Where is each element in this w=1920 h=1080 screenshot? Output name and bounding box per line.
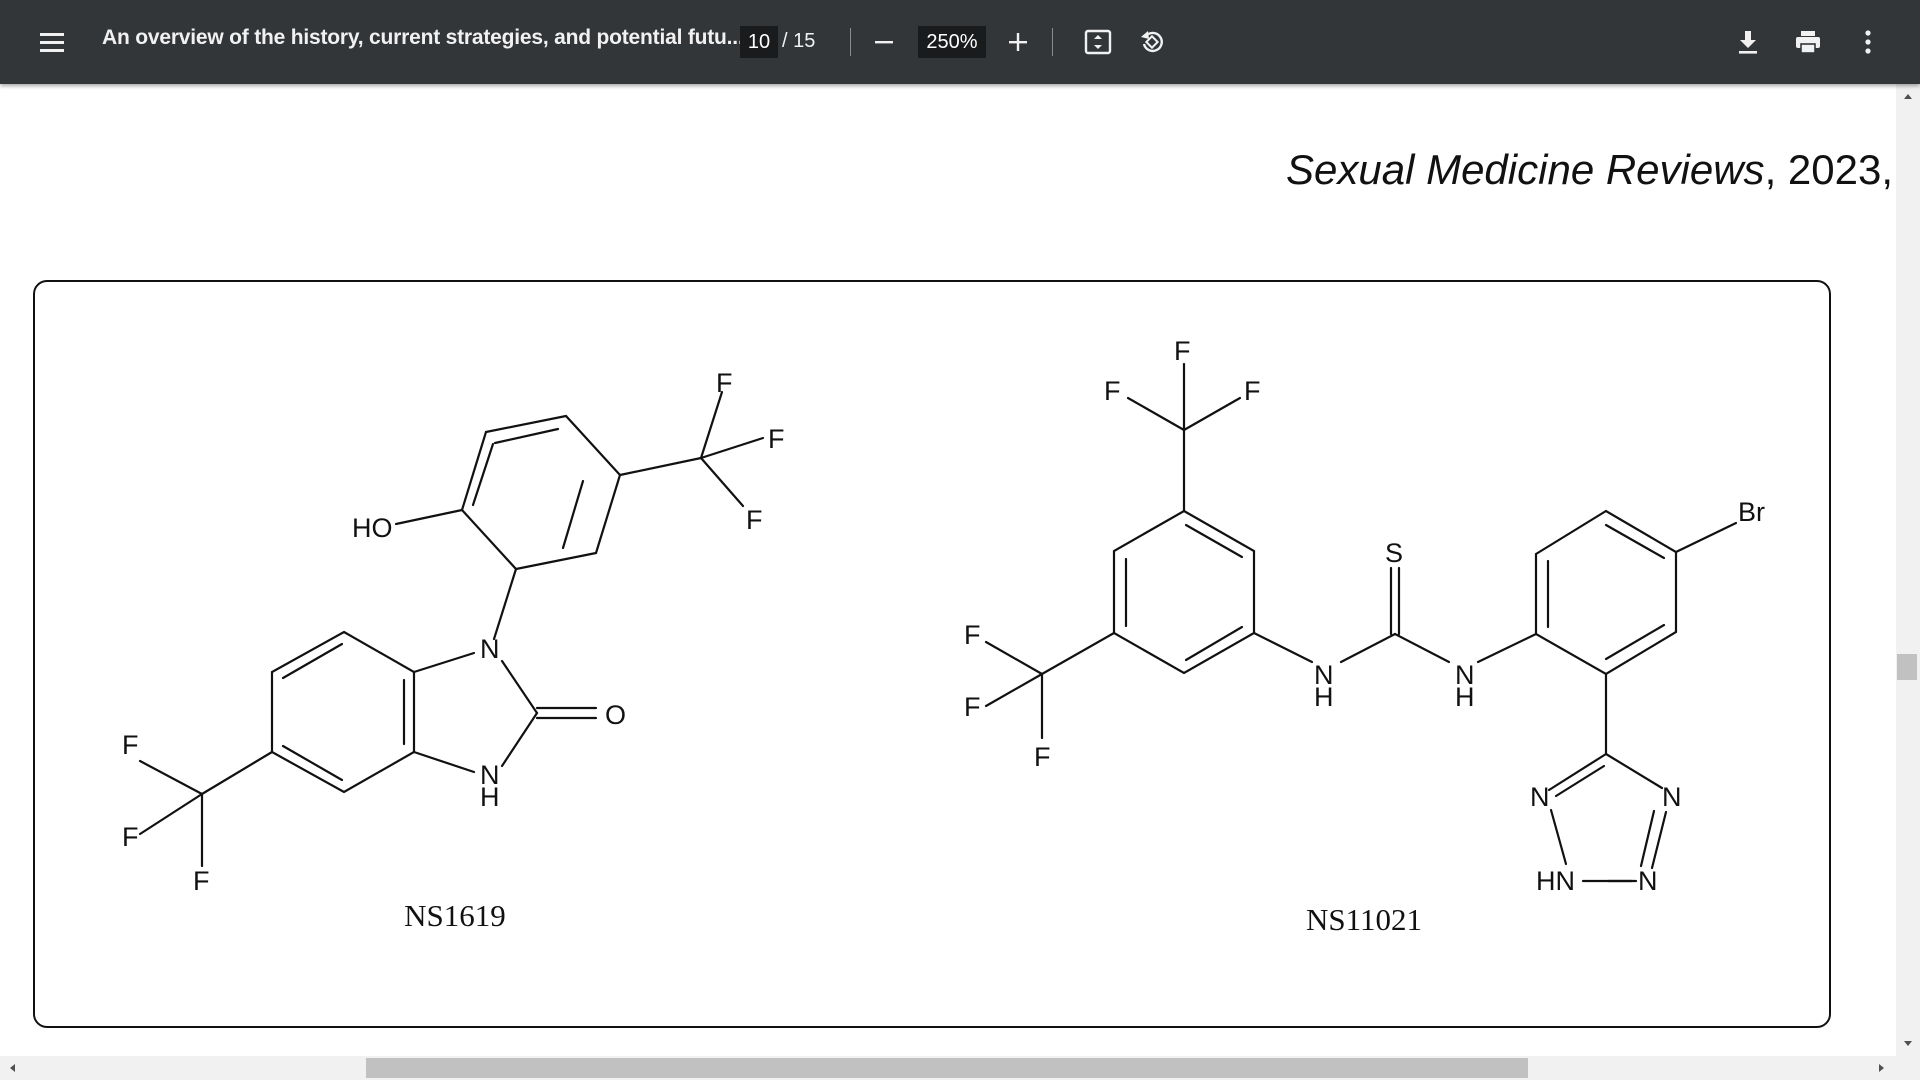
atom-label: F bbox=[746, 505, 763, 535]
zoom-level-input[interactable]: 250% bbox=[918, 26, 986, 58]
atom-label: N bbox=[1662, 782, 1682, 812]
atom-label: F bbox=[122, 730, 139, 760]
zoom-out-button[interactable] bbox=[868, 26, 900, 58]
document-viewer[interactable]: Sexual Medicine Reviews, 2023, HO F F F … bbox=[0, 84, 1896, 1056]
download-button[interactable] bbox=[1730, 24, 1766, 60]
ns1619-phenol-ring bbox=[460, 414, 622, 571]
plus-icon bbox=[1009, 33, 1027, 51]
pdf-toolbar: An overview of the history, current stra… bbox=[0, 0, 1920, 84]
atom-label: Br bbox=[1738, 497, 1765, 527]
download-icon bbox=[1739, 31, 1757, 54]
atom-label: O bbox=[605, 700, 626, 730]
ns1619-cf3-bond bbox=[618, 456, 703, 477]
atom-label: F bbox=[122, 822, 139, 852]
toolbar-divider bbox=[1052, 28, 1053, 56]
more-options-button[interactable] bbox=[1850, 24, 1886, 60]
atom-label: H bbox=[1314, 682, 1334, 712]
atom-label: N bbox=[1638, 866, 1658, 896]
atom-label: F bbox=[1034, 742, 1051, 772]
ns11021-tetrazole-ring bbox=[1547, 752, 1668, 883]
compound-name-ns1619: NS1619 bbox=[404, 898, 506, 933]
fit-page-icon bbox=[1084, 29, 1112, 55]
zoom-in-button[interactable] bbox=[1002, 26, 1034, 58]
scroll-down-icon[interactable] bbox=[1896, 1034, 1920, 1054]
atom-label: H bbox=[480, 782, 500, 812]
print-button[interactable] bbox=[1790, 24, 1826, 60]
ns1619-oh-bond bbox=[394, 508, 464, 526]
atom-label: F bbox=[768, 424, 785, 454]
ns11021-aryl-ring-2 bbox=[1534, 509, 1678, 676]
toolbar-divider bbox=[850, 28, 851, 56]
hamburger-menu-icon[interactable] bbox=[34, 24, 70, 60]
vertical-scroll-thumb[interactable] bbox=[1897, 654, 1917, 680]
atom-label: HN bbox=[1536, 866, 1575, 896]
atom-label: F bbox=[716, 368, 733, 398]
atom-label: F bbox=[1104, 376, 1121, 406]
print-icon bbox=[1796, 31, 1820, 54]
page-number-input[interactable]: 10 bbox=[740, 26, 778, 58]
atom-label: HO bbox=[352, 513, 393, 543]
ns11021-aryl-ring-1 bbox=[1112, 509, 1256, 675]
atom-label: F bbox=[964, 620, 981, 650]
fit-page-button[interactable] bbox=[1080, 24, 1116, 60]
atom-label: H bbox=[1455, 682, 1475, 712]
ns1619-benzo-ring bbox=[270, 630, 416, 794]
rotate-button[interactable] bbox=[1134, 24, 1170, 60]
atom-label: F bbox=[1244, 376, 1261, 406]
atom-label: S bbox=[1385, 538, 1403, 568]
scroll-up-icon[interactable] bbox=[1896, 86, 1920, 106]
compound-name-ns11021: NS11021 bbox=[1306, 902, 1422, 937]
scroll-left-icon[interactable] bbox=[2, 1056, 22, 1080]
page-total: / 15 bbox=[782, 30, 816, 52]
atom-label: N bbox=[1530, 782, 1550, 812]
minus-icon bbox=[875, 41, 893, 44]
horizontal-scroll-thumb[interactable] bbox=[366, 1058, 1528, 1078]
ns1619-n-aryl-bond bbox=[492, 567, 518, 641]
scroll-right-icon[interactable] bbox=[1872, 1056, 1892, 1080]
atom-label: N bbox=[480, 634, 500, 664]
atom-label: F bbox=[1174, 336, 1191, 366]
atom-label: F bbox=[964, 692, 981, 722]
chemical-structures-figure: HO F F F N N H O F F F F F F F F F S N H… bbox=[122, 336, 1765, 937]
vertical-scrollbar[interactable] bbox=[1896, 84, 1920, 1056]
more-vertical-icon bbox=[1865, 30, 1871, 54]
rotate-icon bbox=[1141, 31, 1163, 53]
atom-label: F bbox=[193, 866, 210, 896]
document-title: An overview of the history, current stra… bbox=[102, 26, 744, 49]
